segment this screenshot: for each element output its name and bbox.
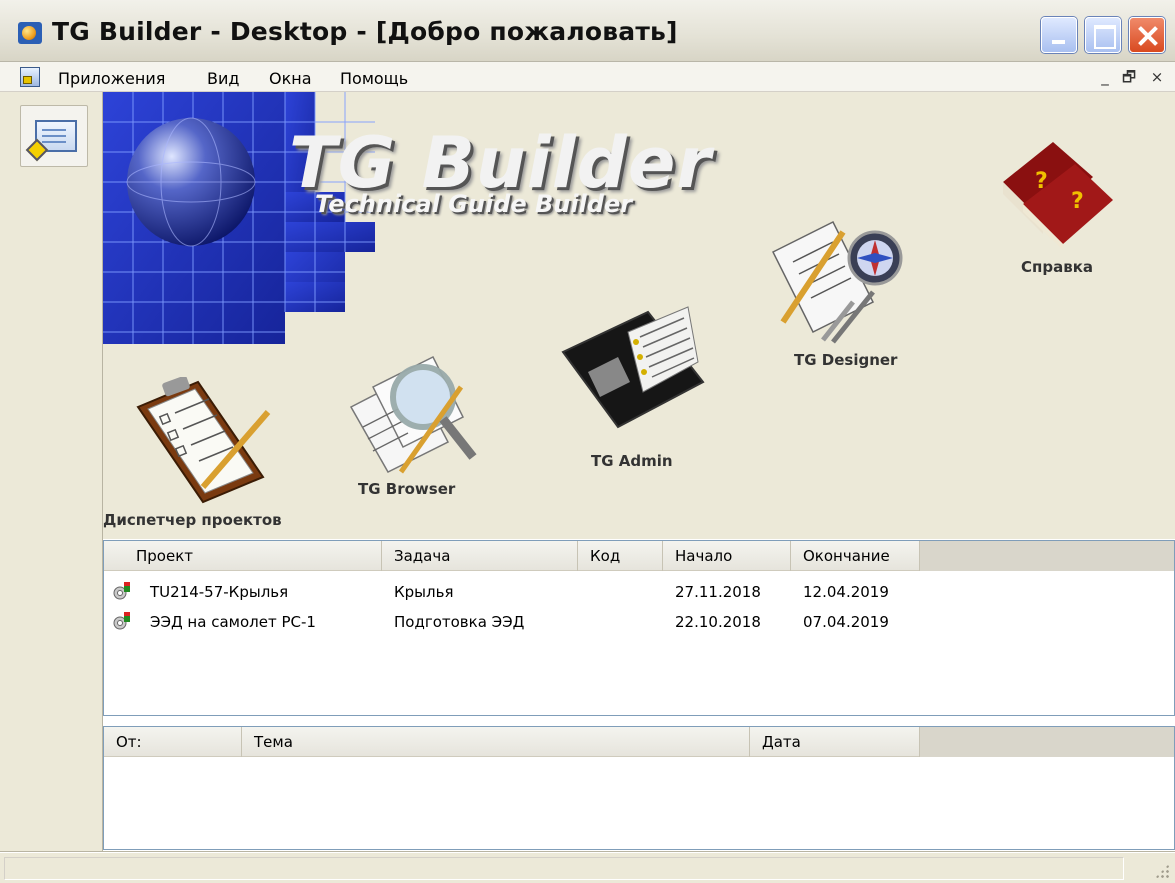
column-header-from[interactable]: От: (104, 727, 242, 757)
end-date: 12.04.2019 (803, 583, 889, 601)
left-toolbar (0, 92, 103, 883)
clipboard-pencil-icon (136, 375, 271, 504)
document-system-menu-icon[interactable] (20, 67, 40, 87)
status-pane (4, 857, 1124, 880)
column-header-code[interactable]: Код (578, 541, 663, 571)
mdi-restore-button[interactable]: 🗗 (1120, 68, 1138, 86)
column-header-project[interactable]: Проект (124, 541, 382, 571)
app-project-manager-label[interactable]: Диспетчер проектов (103, 511, 282, 529)
svg-text:?: ? (1035, 169, 1048, 194)
help-books-icon: ? ? (1003, 142, 1113, 250)
app-tg-admin-label[interactable]: TG Admin (591, 452, 673, 470)
desktop-area: TG Builder Technical Guide Builder ? ? С… (103, 92, 1175, 539)
project-name: TU214-57-Крылья (150, 583, 289, 601)
column-header-subject[interactable]: Тема (242, 727, 750, 757)
maximize-button[interactable] (1085, 17, 1121, 53)
menu-windows[interactable]: Окна (269, 69, 312, 88)
compass-drawing-icon (771, 220, 903, 344)
status-bar (0, 852, 1175, 883)
app-icon[interactable] (18, 22, 42, 44)
svg-text:?: ? (1071, 189, 1084, 214)
desktop-toolbar-button[interactable] (20, 105, 88, 167)
project-name: ЭЭД на самолет РС-1 (150, 613, 316, 631)
magnifier-documents-icon (349, 355, 477, 474)
app-help-label[interactable]: Справка (1021, 258, 1093, 276)
table-row[interactable]: ЭЭД на самолет РС-1 Подготовка ЭЭД 22.10… (104, 609, 1174, 635)
app-tg-browser-label[interactable]: TG Browser (358, 480, 455, 498)
binder-notebook-icon (561, 306, 705, 429)
title-bar[interactable]: TG Builder - Desktop - [Добро пожаловать… (0, 0, 1175, 62)
end-date: 07.04.2019 (803, 613, 889, 631)
close-button[interactable] (1129, 17, 1165, 53)
project-gear-icon (113, 582, 130, 600)
column-header-start[interactable]: Начало (663, 541, 791, 571)
task-name: Подготовка ЭЭД (394, 613, 525, 631)
menu-help[interactable]: Помощь (340, 69, 408, 88)
app-tg-browser[interactable] (343, 347, 493, 491)
table-row[interactable]: TU214-57-Крылья Крылья 27.11.2018 12.04.… (104, 579, 1174, 605)
app-tg-admin[interactable] (558, 302, 708, 436)
project-gear-icon (113, 612, 130, 630)
app-project-manager[interactable] (133, 375, 273, 511)
column-header-date[interactable]: Дата (750, 727, 920, 757)
app-tg-designer[interactable] (763, 212, 913, 356)
mdi-minimize-button[interactable]: _ (1096, 68, 1114, 86)
app-help[interactable]: ? ? (983, 122, 1123, 256)
messages-table[interactable]: От: Тема Дата (103, 726, 1175, 850)
messages-table-header: От: Тема Дата (104, 727, 1174, 757)
projects-table-header: Проект Задача Код Начало Окончание (104, 541, 1174, 571)
banner-subtitle: Technical Guide Builder (315, 190, 633, 218)
menu-bar: Приложения Вид Окна Помощь _ 🗗 × (0, 62, 1175, 92)
start-date: 27.11.2018 (675, 583, 761, 601)
resize-grip-icon[interactable] (1155, 864, 1169, 878)
column-header-end[interactable]: Окончание (791, 541, 920, 571)
start-date: 22.10.2018 (675, 613, 761, 631)
menu-applications[interactable]: Приложения (58, 69, 165, 88)
app-tg-designer-label[interactable]: TG Designer (794, 351, 897, 369)
minimize-button[interactable] (1041, 17, 1077, 53)
column-header-task[interactable]: Задача (382, 541, 578, 571)
window-title: TG Builder - Desktop - [Добро пожаловать… (52, 17, 678, 46)
mdi-close-button[interactable]: × (1148, 68, 1166, 86)
menu-view[interactable]: Вид (207, 69, 239, 88)
projects-table[interactable]: Проект Задача Код Начало Окончание TU214… (103, 540, 1175, 716)
task-name: Крылья (394, 583, 454, 601)
